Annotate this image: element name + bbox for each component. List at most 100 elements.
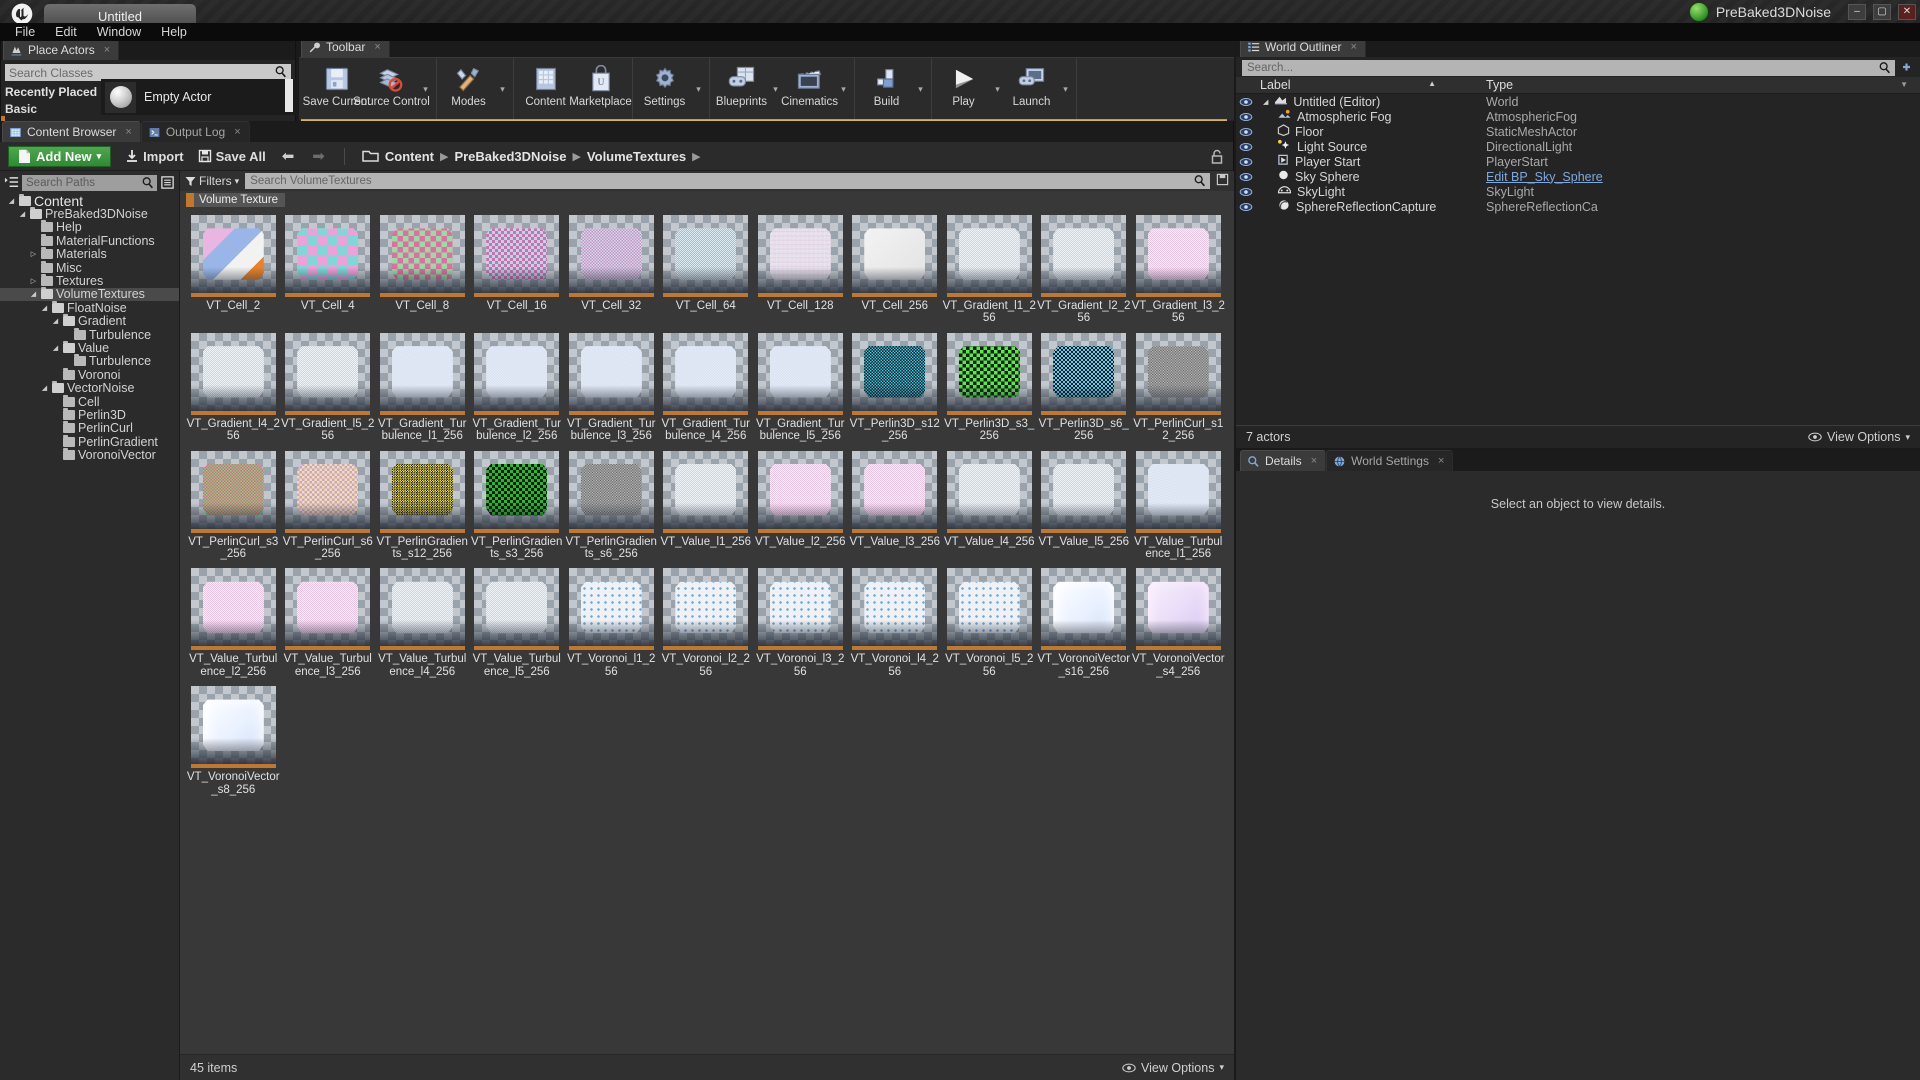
- asset-tile[interactable]: VT_Gradient_Turbulence_l3_256: [564, 332, 659, 443]
- path-tree-item[interactable]: PerlinGradient: [0, 434, 179, 449]
- outliner-row-type[interactable]: Edit BP_Sky_Sphere: [1480, 170, 1920, 184]
- asset-tile[interactable]: VT_Voronoi_l2_256: [659, 568, 754, 678]
- scrollbar[interactable]: [285, 79, 293, 112]
- asset-tile[interactable]: VT_PerlinGradients_s3_256: [470, 450, 565, 561]
- path-tree-item[interactable]: ◢ FloatNoise: [0, 300, 179, 315]
- close-icon[interactable]: ×: [104, 44, 110, 56]
- filters-button[interactable]: Filters ▾: [185, 174, 239, 188]
- asset-tile[interactable]: VT_PerlinGradients_s12_256: [375, 450, 470, 561]
- settings-button[interactable]: Settings: [637, 58, 692, 120]
- asset-tile[interactable]: VT_Cell_16: [470, 215, 565, 325]
- menu-item-help[interactable]: Help: [152, 24, 196, 40]
- asset-tile[interactable]: VT_Perlin3D_s6_256: [1037, 332, 1132, 443]
- asset-tile[interactable]: VT_Voronoi_l4_256: [848, 568, 943, 678]
- asset-tile[interactable]: VT_VoronoiVector_s8_256: [186, 686, 281, 796]
- path-tree-item[interactable]: ◢ Value: [0, 340, 179, 355]
- source-control-button[interactable]: Source Control: [353, 58, 430, 120]
- asset-tile[interactable]: VT_Value_Turbulence_l5_256: [470, 568, 565, 678]
- forward-button[interactable]: ➡: [310, 147, 327, 165]
- tab-world-settings[interactable]: World Settings ×: [1326, 450, 1454, 471]
- tree-expander-icon[interactable]: ▷: [29, 277, 38, 285]
- asset-tile[interactable]: VT_PerlinGradients_s6_256: [564, 450, 659, 561]
- asset-tile[interactable]: VT_Perlin3D_s3_256: [942, 332, 1037, 443]
- breadcrumb-item-volumetextures[interactable]: VolumeTextures: [587, 149, 686, 164]
- visibility-toggle-icon[interactable]: [1236, 172, 1256, 182]
- close-icon[interactable]: ×: [1311, 455, 1317, 467]
- path-tree-item[interactable]: ▷ Textures: [0, 274, 179, 288]
- visibility-toggle-icon[interactable]: [1236, 202, 1256, 212]
- outliner-row[interactable]: SkyLight SkyLight: [1236, 184, 1920, 199]
- asset-view-options-button[interactable]: View Options ▾: [1122, 1061, 1224, 1075]
- asset-tile[interactable]: VT_VoronoiVector_s4_256: [1131, 568, 1226, 678]
- settings-dropdown-caret-icon[interactable]: ▾: [692, 58, 705, 120]
- modes-button[interactable]: Modes: [441, 58, 496, 120]
- marketplace-button[interactable]: U Marketplace: [569, 58, 632, 120]
- maximize-button[interactable]: ▢: [1873, 4, 1891, 20]
- asset-tile[interactable]: VT_Value_l3_256: [848, 450, 943, 561]
- outliner-row[interactable]: Floor StaticMeshActor: [1236, 124, 1920, 139]
- visibility-toggle-icon[interactable]: [1236, 157, 1256, 167]
- tree-expander-icon[interactable]: ▷: [29, 250, 38, 258]
- outliner-row[interactable]: Atmospheric Fog AtmosphericFog: [1236, 109, 1920, 124]
- blueprints-dropdown-caret-icon[interactable]: ▾: [769, 58, 782, 120]
- lock-icon[interactable]: [1210, 149, 1224, 168]
- close-icon[interactable]: ×: [1438, 455, 1444, 467]
- search-paths-input[interactable]: Search Paths: [22, 174, 157, 191]
- filter-chip-volume-texture[interactable]: Volume Texture: [186, 192, 286, 207]
- save-current-button[interactable]: Save Current: [303, 58, 370, 120]
- category-recently-placed[interactable]: Recently Placed: [5, 84, 101, 101]
- asset-tile[interactable]: VT_Value_Turbulence_l1_256: [1131, 450, 1226, 561]
- asset-tile[interactable]: VT_Gradient_l2_256: [1037, 215, 1132, 325]
- path-tree-item[interactable]: ◢ Gradient: [0, 314, 179, 328]
- asset-tile[interactable]: VT_Cell_256: [848, 215, 943, 325]
- visibility-toggle-icon[interactable]: [1236, 142, 1256, 152]
- asset-tile[interactable]: VT_Cell_2: [186, 215, 281, 325]
- asset-tile[interactable]: VT_Gradient_Turbulence_l4_256: [659, 332, 754, 443]
- asset-tile[interactable]: VT_VoronoiVector_s16_256: [1037, 568, 1132, 678]
- outliner-row[interactable]: ◢ Untitled (Editor) World: [1236, 94, 1920, 109]
- tree-expander-icon[interactable]: ◢: [7, 197, 16, 205]
- asset-tile[interactable]: VT_Voronoi_l5_256: [942, 568, 1037, 678]
- play-dropdown-caret-icon[interactable]: ▾: [991, 58, 1004, 120]
- close-button[interactable]: ✕: [1898, 4, 1916, 20]
- outliner-view-options-button[interactable]: View Options ▾: [1808, 430, 1910, 444]
- asset-tile[interactable]: VT_Cell_8: [375, 215, 470, 325]
- tree-expander-icon[interactable]: ◢: [18, 210, 27, 218]
- asset-tile[interactable]: VT_Value_Turbulence_l2_256: [186, 568, 281, 678]
- path-tree-item[interactable]: VoronoiVector: [0, 448, 179, 462]
- collapse-tree-icon[interactable]: [4, 175, 19, 190]
- breadcrumb-item-prebaked3dnoise[interactable]: PreBaked3DNoise: [454, 149, 566, 164]
- asset-tile[interactable]: VT_Value_l1_256: [659, 450, 754, 561]
- menu-item-edit[interactable]: Edit: [46, 24, 86, 40]
- content-button[interactable]: Content: [518, 58, 573, 120]
- asset-tile[interactable]: VT_Voronoi_l1_256: [564, 568, 659, 678]
- asset-tile[interactable]: VT_Gradient_l4_256: [186, 332, 281, 443]
- asset-tile[interactable]: VT_Gradient_l3_256: [1131, 215, 1226, 325]
- path-tree-item[interactable]: Help: [0, 220, 179, 234]
- tab-place-actors[interactable]: Place Actors ×: [3, 39, 120, 60]
- add-new-button[interactable]: Add New ▾: [8, 145, 112, 167]
- save-search-icon[interactable]: [1216, 173, 1229, 189]
- asset-tile[interactable]: VT_PerlinCurl_s12_256: [1131, 332, 1226, 443]
- outliner-row[interactable]: Player Start PlayerStart: [1236, 154, 1920, 169]
- asset-tile[interactable]: VT_Cell_32: [564, 215, 659, 325]
- play-button[interactable]: Play: [936, 58, 991, 120]
- tree-expander-icon[interactable]: ◢: [29, 290, 38, 298]
- close-icon[interactable]: ×: [374, 41, 380, 53]
- asset-tile[interactable]: VT_Gradient_Turbulence_l1_256: [375, 332, 470, 443]
- outliner-row[interactable]: SphereReflectionCapture SphereReflectionC…: [1236, 199, 1920, 214]
- asset-tile[interactable]: VT_Cell_4: [281, 215, 376, 325]
- visibility-toggle-icon[interactable]: [1236, 187, 1256, 197]
- asset-tile[interactable]: VT_Perlin3D_s12_256: [848, 332, 943, 443]
- source-control-dropdown-caret-icon[interactable]: ▾: [419, 58, 432, 120]
- tree-expander-icon[interactable]: ◢: [51, 317, 60, 325]
- asset-search-input[interactable]: Search VolumeTextures: [245, 173, 1210, 189]
- tree-expander-icon[interactable]: ◢: [1263, 98, 1268, 106]
- build-button[interactable]: Build: [859, 58, 914, 120]
- path-tree-item[interactable]: Cell: [0, 394, 179, 409]
- asset-tile[interactable]: VT_Value_l4_256: [942, 450, 1037, 561]
- back-button[interactable]: ⬅: [280, 147, 297, 165]
- path-tree-item[interactable]: Misc: [0, 260, 179, 275]
- asset-tile[interactable]: VT_PerlinCurl_s6_256: [281, 450, 376, 561]
- save-all-button[interactable]: Save All: [198, 149, 266, 164]
